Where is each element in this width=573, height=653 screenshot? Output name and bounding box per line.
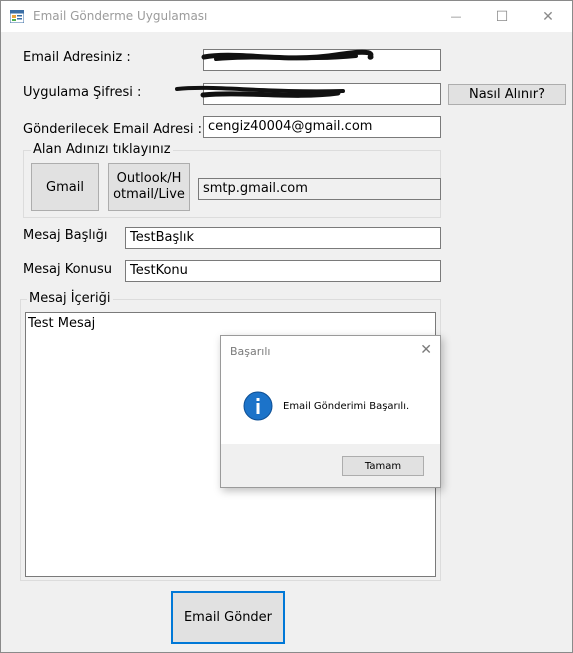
minimize-icon: — <box>450 10 462 23</box>
dialog-footer: Tamam <box>221 444 440 487</box>
message-content-text: Test Mesaj <box>28 316 96 331</box>
domain-group-label: Alan Adınızı tıklayınız <box>31 142 173 157</box>
recipient-label: Gönderilecek Email Adresi : <box>23 122 202 137</box>
email-label: Email Adresiniz : <box>23 50 131 65</box>
maximize-icon: ☐ <box>495 8 509 25</box>
gmail-button[interactable]: Gmail <box>31 163 99 211</box>
smtp-server-field[interactable]: smtp.gmail.com <box>198 178 441 200</box>
subject-label: Mesaj Başlığı <box>23 228 108 243</box>
redaction-scribble-password <box>175 85 345 98</box>
how-to-get-button[interactable]: Nasıl Alınır? <box>448 84 566 105</box>
main-window: Email Gönderme Uygulaması — ☐ ✕ Email Ad… <box>0 0 573 653</box>
outlook-button-line1: Outlook/H <box>116 171 182 186</box>
close-button[interactable]: ✕ <box>525 1 571 32</box>
window-title: Email Gönderme Uygulaması <box>33 9 208 23</box>
maximize-button[interactable]: ☐ <box>479 1 525 32</box>
success-dialog: Başarılı ✕ Email Gönderimi Başarılı. Tam… <box>220 335 441 488</box>
password-label: Uygulama Şifresi : <box>23 85 142 100</box>
dialog-close-icon[interactable]: ✕ <box>420 342 432 358</box>
outlook-button[interactable]: Outlook/H otmail/Live <box>108 163 190 211</box>
dialog-message: Email Gönderimi Başarılı. <box>283 401 410 412</box>
minimize-button[interactable]: — <box>433 1 479 32</box>
info-icon <box>243 391 273 421</box>
dialog-title: Başarılı <box>230 345 271 358</box>
title-bar: Email Gönderme Uygulaması — ☐ ✕ <box>1 1 572 32</box>
outlook-button-line2: otmail/Live <box>113 187 185 202</box>
app-form-icon <box>10 10 24 23</box>
subject-field[interactable]: TestBaşlık <box>125 227 441 249</box>
recipient-field[interactable]: cengiz40004@gmail.com <box>203 116 441 138</box>
redaction-scribble-email <box>201 49 374 61</box>
topic-label: Mesaj Konusu <box>23 262 113 277</box>
send-email-button[interactable]: Email Gönder <box>171 591 285 644</box>
dialog-ok-button[interactable]: Tamam <box>342 456 424 476</box>
content-group-label: Mesaj İçeriği <box>27 291 113 306</box>
close-icon: ✕ <box>542 8 554 25</box>
topic-field[interactable]: TestKonu <box>125 260 441 282</box>
